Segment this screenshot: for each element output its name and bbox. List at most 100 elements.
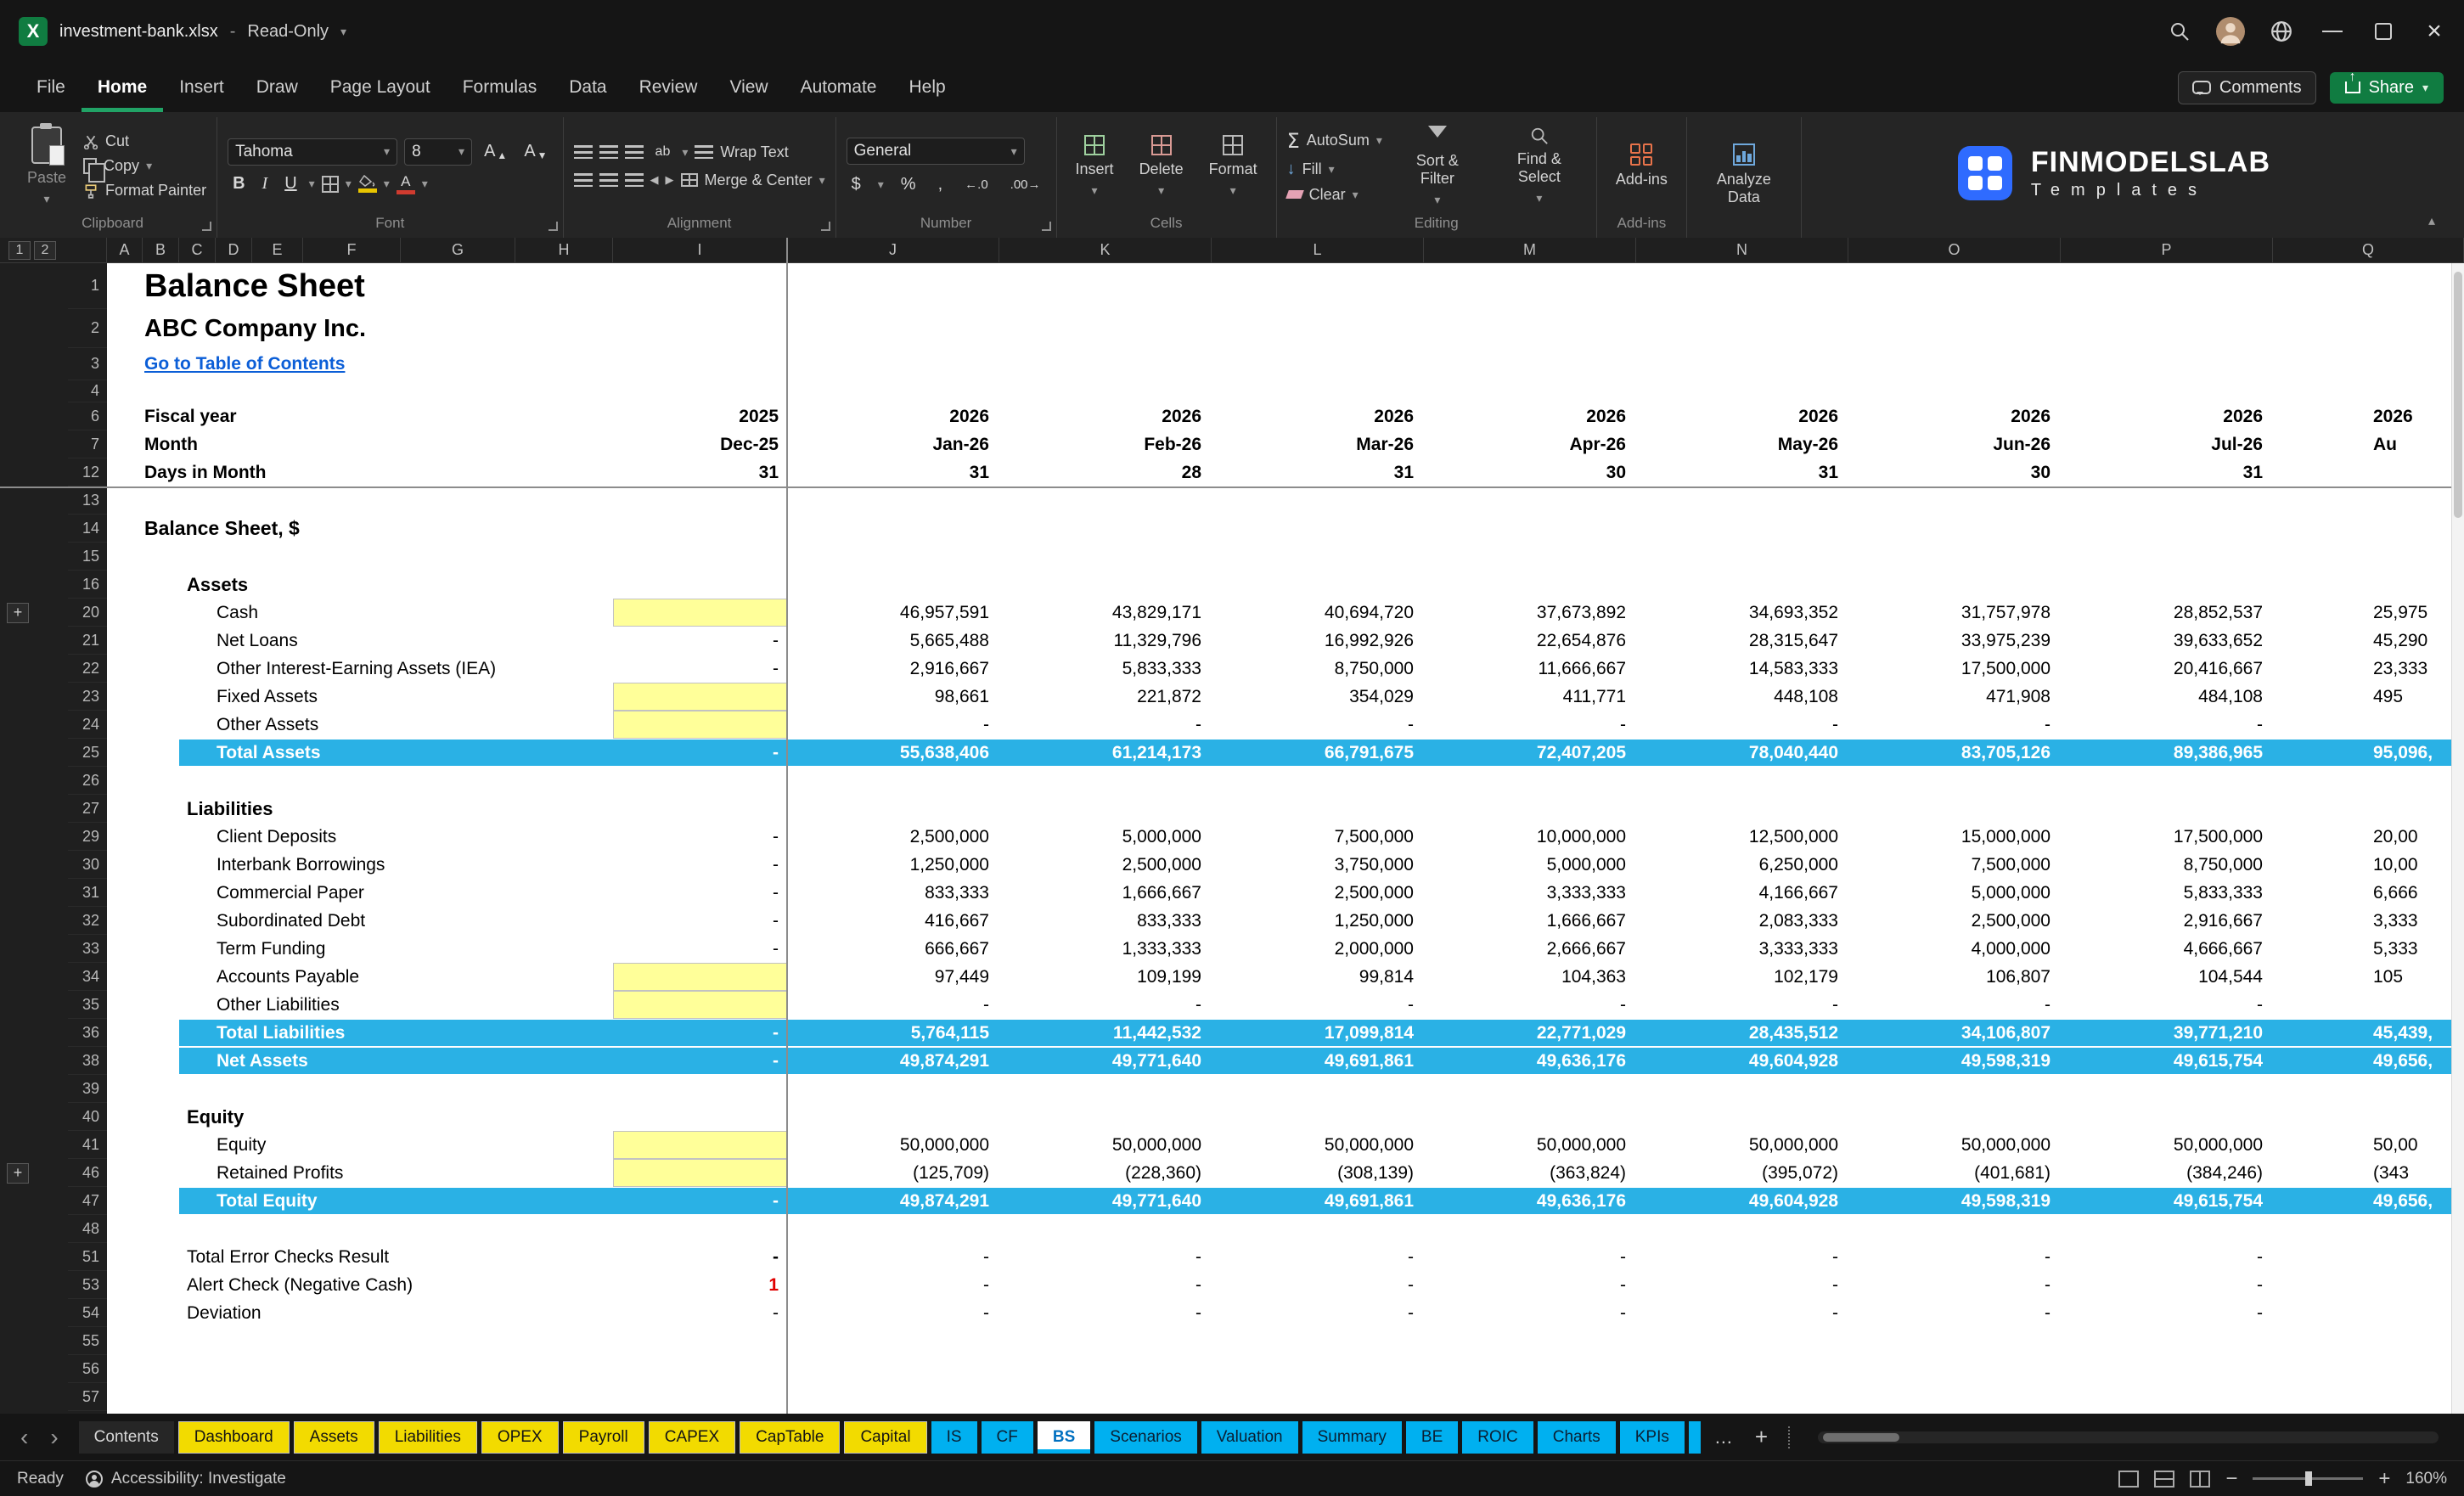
cell-label[interactable]: Commercial Paper: [107, 879, 613, 907]
sort-filter-button[interactable]: Sort & Filter ▾: [1391, 122, 1484, 211]
cell-value[interactable]: -: [999, 991, 1212, 1019]
font-color-button[interactable]: A: [397, 174, 415, 194]
column-header-O[interactable]: O: [1848, 238, 2061, 262]
align-top-icon[interactable]: [574, 145, 593, 159]
row-number[interactable]: 14: [68, 515, 107, 543]
cell-value[interactable]: 2025: [613, 402, 787, 430]
column-header-P[interactable]: P: [2061, 238, 2273, 262]
cell-value-clipped[interactable]: [2273, 711, 2464, 739]
cell-value[interactable]: 40,694,720: [1212, 599, 1424, 627]
row-number[interactable]: 38: [68, 1047, 107, 1075]
cell-value[interactable]: 33,975,239: [1848, 627, 2061, 655]
cell-value[interactable]: -: [1636, 1271, 1848, 1299]
vertical-scrollbar-thumb[interactable]: [2454, 272, 2462, 518]
cell-value[interactable]: 833,333: [787, 879, 999, 907]
italic-button[interactable]: I: [257, 174, 273, 194]
cell-input[interactable]: [613, 711, 787, 739]
cell-label[interactable]: Total Equity: [107, 1187, 613, 1215]
accounting-format-button[interactable]: $: [847, 175, 866, 194]
cell-value[interactable]: (395,072): [1636, 1159, 1848, 1187]
cell-value[interactable]: 28,852,537: [2061, 599, 2273, 627]
row-number[interactable]: 25: [68, 739, 107, 767]
cell-value[interactable]: 49,771,640: [999, 1047, 1212, 1075]
cell-value[interactable]: -: [787, 1243, 999, 1271]
menu-data[interactable]: Data: [553, 63, 622, 112]
cell-value[interactable]: 2,666,667: [1424, 935, 1636, 963]
cell-value[interactable]: 49,691,861: [1212, 1187, 1424, 1215]
column-header-L[interactable]: L: [1212, 238, 1424, 262]
cell-value-clipped[interactable]: [2273, 1299, 2464, 1327]
cell-label[interactable]: Fiscal year: [107, 402, 613, 430]
cell-value[interactable]: 7,500,000: [1212, 823, 1424, 851]
wrap-text-button[interactable]: Wrap Text: [695, 143, 788, 161]
cell-value[interactable]: 5,000,000: [1424, 851, 1636, 879]
cell-value[interactable]: 28,315,647: [1636, 627, 1848, 655]
cell-label[interactable]: Month: [107, 430, 613, 458]
row-number[interactable]: 30: [68, 851, 107, 879]
cell-value[interactable]: 31: [1636, 458, 1848, 486]
cell-value[interactable]: 3,750,000: [1212, 851, 1424, 879]
row-number[interactable]: 29: [68, 823, 107, 851]
cell-value[interactable]: -: [613, 851, 787, 879]
cell-label[interactable]: Fixed Assets: [107, 683, 613, 711]
align-right-icon[interactable]: [625, 173, 644, 187]
column-header-F[interactable]: F: [303, 238, 401, 262]
cell-value[interactable]: -: [2061, 1243, 2273, 1271]
align-bottom-icon[interactable]: [625, 145, 644, 159]
cell-label[interactable]: Subordinated Debt: [107, 907, 613, 935]
sheet-tab-be[interactable]: BE: [1406, 1421, 1458, 1454]
vertical-scrollbar[interactable]: [2451, 263, 2464, 1414]
row-number[interactable]: 33: [68, 935, 107, 963]
cell-value[interactable]: -: [1848, 1299, 2061, 1327]
row-number[interactable]: 16: [68, 571, 107, 599]
cell-value[interactable]: -: [613, 627, 787, 655]
menu-page-layout[interactable]: Page Layout: [314, 63, 447, 112]
paste-button[interactable]: Paste ▾: [19, 123, 75, 210]
cell-input[interactable]: [613, 683, 787, 711]
page-break-view-button[interactable]: [2190, 1471, 2210, 1488]
cell-value[interactable]: -: [1424, 1299, 1636, 1327]
cell-value[interactable]: -: [613, 655, 787, 683]
cell-value[interactable]: 49,604,928: [1636, 1047, 1848, 1075]
cell-value-clipped[interactable]: 25,975: [2273, 599, 2464, 627]
cell-value-clipped[interactable]: 495: [2273, 683, 2464, 711]
cell-value[interactable]: -: [1424, 1243, 1636, 1271]
cell-value[interactable]: 8,750,000: [1212, 655, 1424, 683]
orientation-button[interactable]: ab: [650, 144, 676, 160]
cell-value[interactable]: 37,673,892: [1424, 599, 1636, 627]
cell-value[interactable]: Jun-26: [1848, 430, 2061, 458]
dialog-launcher-icon[interactable]: [202, 222, 211, 231]
row-number[interactable]: 46: [68, 1159, 107, 1187]
addins-button[interactable]: Add-ins: [1607, 140, 1676, 192]
cell-value[interactable]: -: [2061, 1299, 2273, 1327]
cell-label[interactable]: Client Deposits: [107, 823, 613, 851]
cell-value-clipped[interactable]: Au: [2273, 430, 2464, 458]
cell-value[interactable]: 104,363: [1424, 963, 1636, 991]
sheet-tab-roic[interactable]: ROIC: [1462, 1421, 1533, 1454]
cell-value[interactable]: 484,108: [2061, 683, 2273, 711]
cell-value[interactable]: 2,500,000: [1212, 879, 1424, 907]
sheet-tab-liabilities[interactable]: Liabilities: [379, 1421, 477, 1454]
menu-draw[interactable]: Draw: [240, 63, 314, 112]
sheet-tab-dashboard[interactable]: Dashboard: [178, 1421, 290, 1454]
minimize-button[interactable]: [2318, 17, 2347, 46]
chevron-down-icon[interactable]: ▾: [309, 177, 315, 191]
cell-value[interactable]: -: [1848, 711, 2061, 739]
cell-value[interactable]: 50,000,000: [1212, 1131, 1424, 1159]
cell-value-clipped[interactable]: 3,333: [2273, 907, 2464, 935]
page-layout-view-button[interactable]: [2154, 1471, 2174, 1488]
row-number[interactable]: 39: [68, 1075, 107, 1103]
accessibility-button[interactable]: Accessibility: Investigate: [86, 1470, 286, 1488]
sheet-tab-charts[interactable]: Charts: [1538, 1421, 1616, 1454]
next-sheet-arrow[interactable]: ›: [42, 1424, 66, 1451]
cell-value[interactable]: -: [613, 1243, 787, 1271]
cell-label[interactable]: Total Assets: [107, 739, 613, 767]
cell-value[interactable]: 99,814: [1212, 963, 1424, 991]
cell-value[interactable]: 50,000,000: [999, 1131, 1212, 1159]
cell-value[interactable]: May-26: [1636, 430, 1848, 458]
cell-value[interactable]: 20,416,667: [2061, 655, 2273, 683]
outline-expand-button[interactable]: +: [7, 1163, 29, 1184]
cell-label[interactable]: Total Liabilities: [107, 1019, 613, 1047]
cell-value-clipped[interactable]: 45,439,: [2273, 1019, 2464, 1047]
row-number[interactable]: 23: [68, 683, 107, 711]
